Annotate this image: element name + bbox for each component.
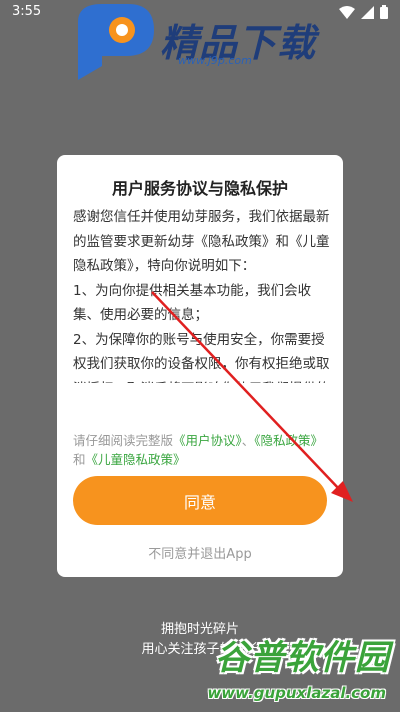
status-time: 3:55 <box>12 4 42 19</box>
watermark: 谷普软件园 www.gupuxlazal.com <box>194 630 394 710</box>
user-agreement-link[interactable]: 《用户协议》 <box>173 433 242 448</box>
dialog-paragraph: 1、为向你提供相关基本功能，我们会收集、使用必要的信息； <box>73 282 312 324</box>
dialog-title: 用户服务协议与隐私保护 <box>111 179 288 198</box>
note-separator: 和 <box>73 452 86 467</box>
logo-url: www.j9p.com <box>178 54 252 67</box>
dialog-paragraph: 感谢您信任并使用幼芽服务，我们依据最新的监管要求更新幼芽《隐私政策》和《儿童隐私… <box>73 209 330 274</box>
dialog-body[interactable]: 感谢您信任并使用幼芽服务，我们依据最新的监管要求更新幼芽《隐私政策》和《儿童隐私… <box>73 205 331 383</box>
watermark-url: www.gupuxlazal.com <box>207 684 386 702</box>
privacy-dialog: 用户服务协议与隐私保护 感谢您信任并使用幼芽服务，我们依据最新的监管要求更新幼芽… <box>57 155 343 577</box>
privacy-policy-link[interactable]: 《隐私政策》 <box>254 433 323 448</box>
decline-button[interactable]: 不同意并退出App <box>57 543 343 562</box>
watermark-title: 谷普软件园 <box>215 638 390 678</box>
status-icons <box>339 5 388 19</box>
battery-icon <box>380 5 388 19</box>
dialog-note: 请仔细阅读完整版《用户协议》、《隐私政策》和《儿童隐私政策》 <box>73 431 331 469</box>
signal-icon <box>361 5 374 19</box>
dialog-paragraph: 2、为保障你的账号与使用安全，你需要授权我们获取你的设备权限，你有权拒绝或取消授… <box>73 331 330 384</box>
logo-p-icon <box>78 4 154 80</box>
agree-button[interactable]: 同意 <box>73 476 327 525</box>
site-logo: 精品下载 www.j9p.com <box>72 0 332 82</box>
child-privacy-policy-link[interactable]: 《儿童隐私政策》 <box>86 452 186 467</box>
note-prefix: 请仔细阅读完整版 <box>73 433 174 448</box>
note-separator: 、 <box>241 433 255 448</box>
wifi-icon <box>339 5 355 19</box>
